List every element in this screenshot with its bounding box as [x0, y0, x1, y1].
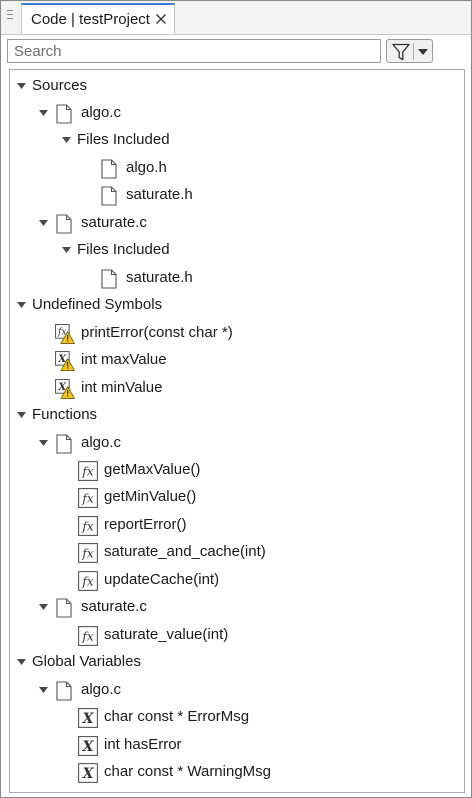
collapse-triangle-icon[interactable] — [17, 83, 26, 89]
tree-node-global-variables[interactable]: Global Variables — [10, 650, 460, 676]
tree-node-undefined-variable[interactable]: int minValue — [10, 376, 460, 402]
file-icon — [101, 159, 117, 179]
file-icon — [56, 214, 72, 234]
file-icon — [101, 186, 117, 206]
variable-icon — [78, 736, 98, 756]
file-icon — [101, 269, 117, 289]
tab-bar: Code | testProject — [1, 1, 471, 35]
code-panel: Code | testProject Sources algo.c Files … — [0, 0, 472, 798]
tree-node-variable[interactable]: int hasError — [10, 733, 460, 759]
variable-icon — [78, 708, 98, 728]
tree-node-function[interactable]: saturate_value(int) — [10, 623, 460, 649]
filter-icon — [392, 43, 410, 61]
code-tree: Sources algo.c Files Included algo.h sat… — [9, 69, 465, 793]
collapse-triangle-icon[interactable] — [62, 247, 71, 253]
tree-node-variable[interactable]: char const * WarningMsg — [10, 760, 460, 786]
variable-icon — [78, 763, 98, 783]
tree-node-sources-algo-c[interactable]: algo.c — [10, 101, 460, 127]
tree-node-globals-algo-c[interactable]: algo.c — [10, 678, 460, 704]
file-icon — [56, 104, 72, 124]
collapse-triangle-icon[interactable] — [39, 110, 48, 116]
file-icon — [56, 681, 72, 701]
tree-node-function[interactable]: getMaxValue() — [10, 458, 460, 484]
collapse-triangle-icon[interactable] — [39, 687, 48, 693]
function-icon — [78, 461, 98, 481]
tree-node-undefined-variable[interactable]: int maxValue — [10, 348, 460, 374]
collapse-triangle-icon[interactable] — [39, 604, 48, 610]
function-icon — [78, 571, 98, 591]
file-icon — [56, 598, 72, 618]
collapse-triangle-icon[interactable] — [17, 659, 26, 665]
tree-node-function[interactable]: getMinValue() — [10, 485, 460, 511]
collapse-triangle-icon[interactable] — [39, 220, 48, 226]
function-icon — [78, 543, 98, 563]
file-icon — [56, 434, 72, 454]
collapse-triangle-icon[interactable] — [39, 440, 48, 446]
close-icon[interactable] — [155, 13, 167, 25]
tree-node-saturate-h[interactable]: saturate.h — [10, 183, 460, 209]
filter-separator — [413, 43, 414, 60]
function-icon — [78, 516, 98, 536]
tree-node-files-included[interactable]: Files Included — [10, 238, 460, 264]
search-bar — [1, 35, 471, 67]
collapse-triangle-icon[interactable] — [17, 412, 26, 418]
function-icon — [78, 488, 98, 508]
tree-node-function[interactable]: reportError() — [10, 513, 460, 539]
tree-node-undefined-function[interactable]: printError(const char *) — [10, 321, 460, 347]
tree-node-sources-saturate-c[interactable]: saturate.c — [10, 211, 460, 237]
tab-code-testproject[interactable]: Code | testProject — [21, 3, 175, 34]
tab-title: Code | testProject — [31, 11, 150, 28]
tree-node-functions-algo-c[interactable]: algo.c — [10, 431, 460, 457]
tree-node-variable[interactable]: char const * ErrorMsg — [10, 705, 460, 731]
panel-grip-icon[interactable] — [7, 10, 13, 24]
chevron-down-icon[interactable] — [418, 49, 428, 55]
tree-node-function[interactable]: saturate_and_cache(int) — [10, 540, 460, 566]
search-input[interactable] — [7, 39, 381, 63]
function-warning-icon — [55, 324, 75, 344]
collapse-triangle-icon[interactable] — [17, 302, 26, 308]
variable-warning-icon — [55, 351, 75, 371]
collapse-triangle-icon[interactable] — [62, 137, 71, 143]
tree-node-function[interactable]: updateCache(int) — [10, 568, 460, 594]
tree-node-files-included[interactable]: Files Included — [10, 128, 460, 154]
variable-warning-icon — [55, 379, 75, 399]
tree-node-sources[interactable]: Sources — [10, 74, 460, 100]
tree-node-algo-h[interactable]: algo.h — [10, 156, 460, 182]
filter-button[interactable] — [386, 39, 433, 63]
tree-node-undefined-symbols[interactable]: Undefined Symbols — [10, 293, 460, 319]
tree-node-functions[interactable]: Functions — [10, 403, 460, 429]
tree-node-functions-saturate-c[interactable]: saturate.c — [10, 595, 460, 621]
tree-node-saturate-h[interactable]: saturate.h — [10, 266, 460, 292]
function-icon — [78, 626, 98, 646]
